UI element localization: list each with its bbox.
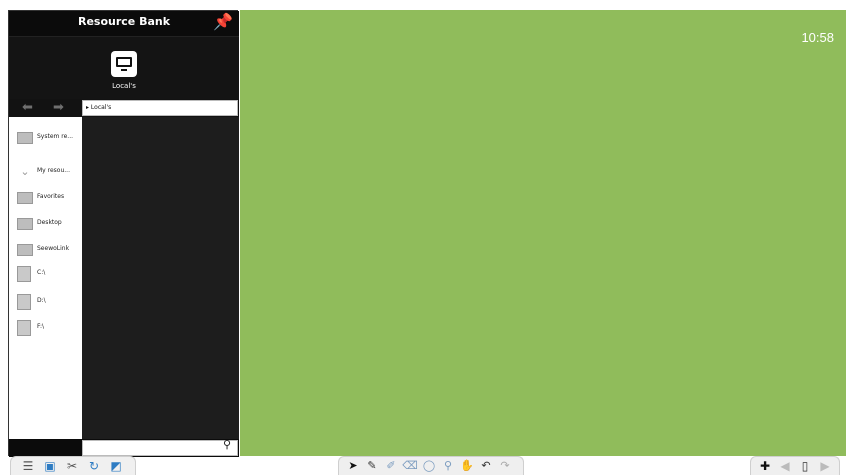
search-icon[interactable]: ⚲	[223, 439, 235, 451]
tree-item-label: F:\	[37, 323, 45, 330]
tree-item-favorites[interactable]: Favorites	[11, 189, 81, 207]
search-input[interactable]	[82, 440, 238, 456]
left-toolbar: ☰ ▣ ✂ ↻ ◩	[10, 456, 136, 475]
refresh-icon[interactable]: ↻	[87, 459, 101, 473]
add-page-icon[interactable]: ✚	[757, 459, 773, 473]
chevron-down-icon: ⌄	[20, 165, 30, 178]
tree-item-label: C:\	[37, 269, 46, 276]
tree-item-label: System re...	[37, 133, 74, 140]
folder-icon	[17, 192, 33, 204]
prev-page-icon[interactable]: ◀	[777, 459, 793, 473]
magnifier-icon[interactable]: ⚲	[440, 459, 456, 473]
clock-label: 10:58	[801, 30, 834, 45]
tree-item-label: D:\	[37, 297, 46, 304]
tree-item-label: Favorites	[37, 193, 65, 200]
tree-item-system-resources[interactable]: System re...	[11, 129, 81, 147]
monitor-icon	[111, 51, 137, 77]
resource-bank-panel: Resource Bank 📌 Local's ⬅ ➡ ▸ Local's Sy…	[8, 10, 239, 457]
page-toolbar: ✚ ◀ ▯ ▶	[750, 456, 840, 475]
eraser-icon[interactable]: ⌫	[402, 459, 418, 473]
desktop-canvas: 10:58 Resource Bank 📌 Local's ⬅ ➡ ▸ Loca…	[0, 0, 846, 475]
forward-arrow-icon[interactable]: ➡	[53, 101, 75, 115]
local-tile-label: Local's	[112, 82, 136, 90]
hand-icon[interactable]: ✋	[459, 459, 475, 473]
screen-icon[interactable]: ▣	[43, 459, 57, 473]
back-arrow-icon[interactable]: ⬅	[22, 101, 44, 115]
redo-icon[interactable]: ↷	[497, 459, 513, 473]
tree-item-seewolink[interactable]: SeewoLink	[11, 241, 81, 259]
search-bar: ⚲	[9, 439, 239, 457]
path-breadcrumb[interactable]: ▸ Local's	[82, 100, 238, 116]
tree-item-drive-f[interactable]: F:\	[11, 319, 81, 337]
shape-icon[interactable]: ◯	[421, 459, 437, 473]
drive-icon	[17, 266, 31, 282]
local-tile[interactable]: Local's	[9, 37, 239, 103]
tree-item-drive-d[interactable]: D:\	[11, 293, 81, 311]
highlighter-icon[interactable]: ✐	[383, 459, 399, 473]
share-icon[interactable]: ◩	[109, 459, 123, 473]
folder-icon	[17, 132, 33, 144]
panel-title: Resource Bank	[9, 11, 239, 37]
tree-item-my-resources[interactable]: ⌄ My resou...	[11, 163, 81, 181]
undo-icon[interactable]: ↶	[478, 459, 494, 473]
next-page-icon[interactable]: ▶	[817, 459, 833, 473]
tree-item-label: SeewoLink	[37, 245, 70, 252]
drive-icon	[17, 320, 31, 336]
navigation-bar: ⬅ ➡ ▸ Local's	[9, 99, 239, 117]
tools-icon[interactable]: ✂	[65, 459, 79, 473]
select-icon[interactable]: ➤	[345, 459, 361, 473]
whiteboard-area[interactable]: 10:58	[240, 10, 846, 456]
tree-item-drive-c[interactable]: C:\	[11, 265, 81, 283]
drive-icon	[17, 294, 31, 310]
folder-icon	[17, 218, 33, 230]
folder-icon	[17, 244, 33, 256]
tree-item-label: Desktop	[37, 219, 62, 226]
folder-tree: System re... ⌄ My resou... Favorites Des…	[9, 117, 82, 439]
pen-icon[interactable]: ✎	[364, 459, 380, 473]
tree-item-desktop[interactable]: Desktop	[11, 215, 81, 233]
page-count-icon[interactable]: ▯	[797, 459, 813, 473]
tree-item-label: My resou...	[37, 167, 70, 174]
menu-icon[interactable]: ☰	[21, 459, 35, 473]
drawing-toolbar: ➤ ✎ ✐ ⌫ ◯ ⚲ ✋ ↶ ↷	[338, 456, 524, 475]
pin-icon[interactable]: 📌	[213, 13, 233, 31]
resource-content-area[interactable]	[82, 117, 239, 439]
